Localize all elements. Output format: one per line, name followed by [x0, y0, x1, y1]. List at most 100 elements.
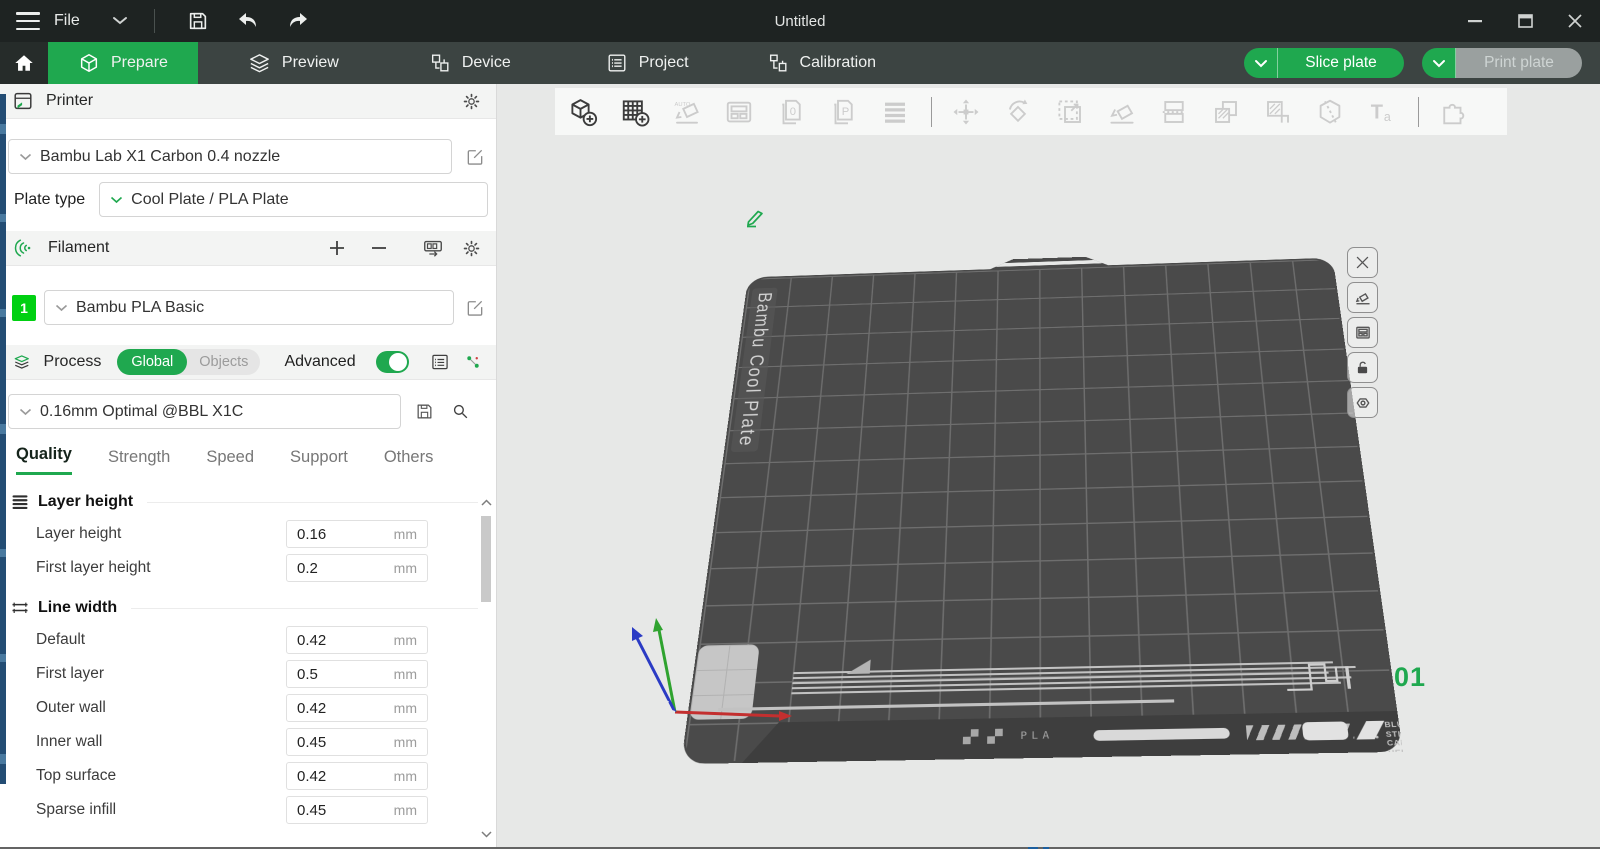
plate-action-stack: [1347, 247, 1378, 418]
home-button[interactable]: [0, 42, 48, 84]
close-button[interactable]: [1550, 0, 1600, 42]
arrange-plate-icon: [1354, 324, 1372, 342]
delete-plate-button[interactable]: [1347, 247, 1378, 278]
line-width-default-input[interactable]: 0.42 mm: [286, 626, 428, 654]
printer-section-header: Printer: [0, 84, 496, 119]
maximize-button[interactable]: [1500, 0, 1550, 42]
param-row-layer-height: Layer height 0.16 mm: [10, 517, 496, 551]
minimize-button[interactable]: [1450, 0, 1500, 42]
arrange-button[interactable]: [719, 92, 759, 132]
cut-button[interactable]: [1310, 92, 1350, 132]
svg-text:P: P: [842, 106, 850, 118]
filament-preset-select[interactable]: Bambu PLA Basic: [44, 290, 454, 325]
tab-strength[interactable]: Strength: [108, 448, 170, 475]
compare-presets-button[interactable]: [463, 349, 484, 375]
line-width-icon: [10, 600, 30, 616]
filament-settings-button[interactable]: [458, 235, 484, 261]
add-plate-button[interactable]: [615, 92, 655, 132]
plate-settings-button[interactable]: [1347, 387, 1378, 418]
tab-device[interactable]: Device: [399, 42, 541, 84]
rotate-icon: [1003, 97, 1033, 127]
remove-filament-button[interactable]: [364, 233, 394, 263]
scope-objects[interactable]: Objects: [187, 354, 260, 370]
print-options-chevron[interactable]: [1422, 48, 1456, 78]
scroll-up-button[interactable]: [479, 494, 493, 510]
file-chevron-down-icon[interactable]: [112, 16, 128, 26]
lay-on-face-button[interactable]: [1102, 92, 1142, 132]
print-plate-button[interactable]: Print plate: [1422, 48, 1582, 78]
arrange-plate-button[interactable]: [1347, 317, 1378, 348]
tab-speed[interactable]: Speed: [206, 448, 254, 475]
scroll-down-button[interactable]: [479, 826, 493, 842]
color-paint-button[interactable]: [1258, 92, 1298, 132]
first-layer-height-input[interactable]: 0.2 mm: [286, 554, 428, 582]
tab-project[interactable]: Project: [576, 42, 719, 84]
split-to-parts-button[interactable]: [1206, 92, 1246, 132]
plus-icon: [329, 240, 345, 256]
edit-filament-button[interactable]: [462, 295, 488, 321]
scroll-thumb[interactable]: [481, 516, 491, 602]
build-plate[interactable]: Bambu Cool Plate PLA: [681, 258, 1403, 764]
auto-orient-button[interactable]: AUTO: [667, 92, 707, 132]
rotate-button[interactable]: [998, 92, 1038, 132]
undo-button[interactable]: [230, 6, 266, 36]
layer-height-input[interactable]: 0.16 mm: [286, 520, 428, 548]
add-model-button[interactable]: [563, 92, 603, 132]
scale-button[interactable]: [1050, 92, 1090, 132]
scope-global[interactable]: Global: [117, 349, 187, 375]
plate-type-select[interactable]: Cool Plate / PLA Plate: [99, 182, 488, 217]
lock-plate-button[interactable]: [1347, 352, 1378, 383]
tab-calibration[interactable]: Calibration: [737, 42, 906, 84]
redo-button[interactable]: [280, 6, 316, 36]
filament-preset-value: Bambu PLA Basic: [76, 299, 204, 317]
tab-prepare[interactable]: Prepare: [48, 42, 198, 84]
line-width-outer-wall-input[interactable]: 0.42 mm: [286, 694, 428, 722]
variable-layer-height-button[interactable]: [875, 92, 915, 132]
file-menu[interactable]: File: [0, 12, 128, 30]
rename-plate-button[interactable]: [743, 206, 769, 230]
line-width-top-surface-input[interactable]: 0.42 mm: [286, 762, 428, 790]
search-parameters-button[interactable]: [447, 399, 473, 425]
parameter-panel: Layer height Layer height 0.16 mm First …: [0, 475, 496, 827]
ams-icon: [422, 237, 444, 259]
print-plate-label: Print plate: [1456, 48, 1582, 78]
line-width-sparse-infill-input[interactable]: 0.45 mm: [286, 796, 428, 824]
plate-type-label: Plate type: [14, 191, 85, 209]
tab-quality[interactable]: Quality: [16, 445, 72, 475]
tab-others[interactable]: Others: [384, 448, 434, 475]
tab-support[interactable]: Support: [290, 448, 348, 475]
param-row-sparse-infill: Sparse infill 0.45 mm: [10, 793, 496, 827]
save-button[interactable]: [180, 6, 216, 36]
auto-orient-plate-button[interactable]: [1347, 282, 1378, 313]
viewport-3d[interactable]: AUTO 0: [497, 84, 1600, 847]
filament-slot-badge[interactable]: 1: [12, 295, 36, 321]
text-tool-button[interactable]: Ta: [1362, 92, 1402, 132]
copy-button[interactable]: 0: [771, 92, 811, 132]
process-preset-select[interactable]: 0.16mm Optimal @BBL X1C: [8, 394, 401, 429]
build-plate-surface[interactable]: Bambu Cool Plate PLA: [681, 258, 1403, 764]
assembly-view-button[interactable]: [1433, 92, 1473, 132]
slice-plate-button[interactable]: Slice plate: [1244, 48, 1404, 78]
ams-sync-button[interactable]: [420, 235, 446, 261]
printer-preset-select[interactable]: Bambu Lab X1 Carbon 0.4 nozzle: [8, 139, 452, 174]
chevron-down-icon: [19, 408, 32, 416]
line-width-inner-wall-input[interactable]: 0.45 mm: [286, 728, 428, 756]
filament-section-title: Filament: [48, 239, 109, 257]
sidebar-scrollbar[interactable]: [479, 494, 493, 842]
titlebar: File Untitled: [0, 0, 1600, 42]
edit-printer-button[interactable]: [462, 144, 488, 170]
advanced-toggle[interactable]: [376, 351, 410, 373]
paste-button[interactable]: P: [823, 92, 863, 132]
process-scope-toggle[interactable]: Global Objects: [117, 349, 260, 375]
split-to-objects-button[interactable]: [1154, 92, 1194, 132]
printer-settings-button[interactable]: [458, 88, 484, 114]
line-width-first-layer-input[interactable]: 0.5 mm: [286, 660, 428, 688]
add-filament-button[interactable]: [322, 233, 352, 263]
printer-icon: [12, 90, 34, 112]
save-preset-button[interactable]: [411, 399, 437, 425]
parameter-list-button[interactable]: [429, 349, 450, 375]
slice-options-chevron[interactable]: [1244, 48, 1278, 78]
tab-preview[interactable]: Preview: [218, 42, 369, 84]
move-button[interactable]: [946, 92, 986, 132]
redo-icon: [286, 11, 310, 31]
